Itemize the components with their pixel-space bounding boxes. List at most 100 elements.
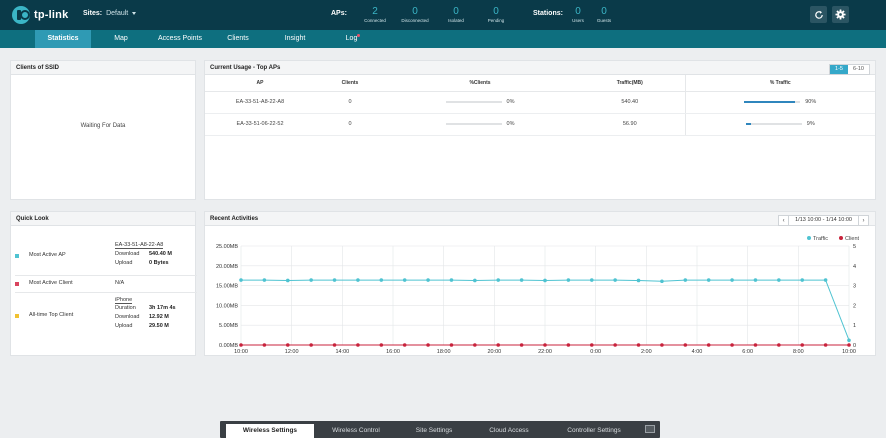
chevron-right-icon: › [862,217,865,224]
data-point-traffic [613,278,617,282]
stat-num: 2 [372,6,378,17]
prev-range-button[interactable]: ‹ [779,216,788,225]
next-range-button[interactable]: › [859,216,868,225]
data-point-client [356,343,360,347]
refresh-icon [814,10,823,19]
stat-cap: Pending [487,18,505,23]
bottom-tab-controller-settings[interactable]: Controller Settings [546,424,642,438]
pager-6-10[interactable]: 6-10 [847,65,869,74]
data-point-client [823,343,828,347]
col-traffic[interactable]: Traffic(MB) [575,75,685,92]
data-point-traffic [753,278,758,282]
col-pct-traffic[interactable]: % Traffic [684,75,875,92]
col-ap[interactable]: AP [205,75,315,92]
x-tick-label: 10:00 [842,349,856,355]
panel-title: Current Usage - Top APs [205,61,875,75]
x-tick-label: 18:00 [437,349,451,355]
stat-guests[interactable]: 0 Guests [589,6,619,23]
pct-traffic-text: 90% [805,99,817,105]
cell-pct-traffic: 90% [684,91,875,114]
cell-pct-traffic: 9% [684,113,875,136]
legend-label: Traffic [813,236,828,242]
tab-statistics[interactable]: Statistics [35,30,91,48]
tab-log[interactable]: Log [325,30,381,48]
table-row[interactable]: EA-33-51-06-22-52 0 0% 56.90 9% [205,113,875,136]
x-tick-label: 0:00 [590,349,601,355]
current-usage-panel: Current Usage - Top APs 1-5 6-10 AP Clie… [204,60,876,200]
x-tick-label: 14:00 [335,349,349,355]
stat-aps-pending[interactable]: 0 Pending [476,6,516,23]
stat-cap: Guests [596,18,612,23]
x-tick-label: 12:00 [285,349,299,355]
bottom-tab-wireless-control[interactable]: Wireless Control [316,424,396,438]
upload-value: 0 Bytes [149,260,169,266]
most-active-ap: Most Active AP EA-33-51-A8-22-A8 Downloa… [15,232,195,272]
bottom-tab-site-settings[interactable]: Site Settings [396,424,472,438]
legend-square-icon [15,254,19,258]
pct-traffic-text: 9% [806,121,815,127]
data-point-traffic [379,278,384,282]
stat-num: 0 [453,6,459,17]
x-tick-label: 8:00 [793,349,804,355]
tab-clients[interactable]: Clients [210,30,266,48]
data-point-traffic [847,338,851,343]
data-point-client [566,343,571,347]
bottom-tab-wireless-settings[interactable]: Wireless Settings [226,424,314,438]
tab-map[interactable]: Map [93,30,149,48]
data-point-client [730,343,734,347]
data-point-traffic [589,278,594,282]
data-point-client [496,343,501,347]
cell-clients: 0 [315,113,385,136]
top-client-name[interactable]: iPhone [115,297,133,304]
stat-cap: Disconnected [401,18,429,23]
data-point-traffic [449,278,454,282]
aps-label: APs: [331,10,347,17]
x-tick-label: 6:00 [742,349,753,355]
stat-aps-isolated[interactable]: 0 Isolated [436,6,476,23]
stat-aps-connected[interactable]: 2 Connected [355,6,395,23]
col-clients[interactable]: Clients [315,75,385,92]
pct-clients-bar [445,123,502,125]
site-selector[interactable]: Sites: Default [83,10,137,17]
data-point-traffic [262,278,267,282]
data-point-client [753,343,758,347]
stat-aps-disconnected[interactable]: 0 Disconnected [395,6,435,23]
data-point-client [262,343,267,347]
cell-traffic: 540.40 [575,91,685,114]
stat-cap: Isolated [448,18,464,23]
data-point-traffic [309,278,313,282]
stat-cap: Connected [364,18,386,23]
upload-value: 29.50 M [149,323,169,329]
most-active-ap-label: Most Active AP [29,252,66,258]
pct-traffic-bar [745,123,802,125]
top-aps-table: AP Clients %Clients Traffic(MB) % Traffi… [205,75,875,136]
data-point-client [402,343,407,347]
top-aps-pager: 1-5 6-10 [829,64,870,75]
most-active-ap-name[interactable]: EA-33-51-A8-22-A8 [115,242,164,249]
pct-clients-bar [445,101,502,103]
collapse-bar-button[interactable] [645,425,655,433]
table-row[interactable]: EA-33-51-A8-22-A8 0 0% 540.40 90% [205,91,875,114]
x-tick-label: 20:00 [487,349,501,355]
time-range-text: 1/13 10:00 - 1/14 10:00 [788,216,859,225]
y-right-tick-label: 2 [853,303,856,309]
data-point-client [309,343,313,347]
y-left-tick-label: 5.00MB [219,323,238,329]
refresh-button[interactable] [810,6,827,23]
y-right-tick-label: 5 [853,244,856,250]
tab-insight[interactable]: Insight [267,30,323,48]
pager-1-5[interactable]: 1-5 [830,65,848,74]
tab-access-points[interactable]: Access Points [152,30,208,48]
y-right-tick-label: 1 [853,323,856,329]
data-point-traffic [426,278,430,282]
data-point-traffic [800,278,805,282]
data-point-traffic [402,278,407,282]
sites-value: Default [106,10,129,17]
data-point-client [683,343,688,347]
bottom-tab-cloud-access[interactable]: Cloud Access [472,424,546,438]
col-pct-clients[interactable]: %Clients [385,75,575,92]
settings-button[interactable] [832,6,849,23]
tp-link-logo[interactable]: tp-link [12,6,68,24]
x-tick-label: 10:00 [234,349,248,355]
download-value: 540.40 M [149,251,172,257]
